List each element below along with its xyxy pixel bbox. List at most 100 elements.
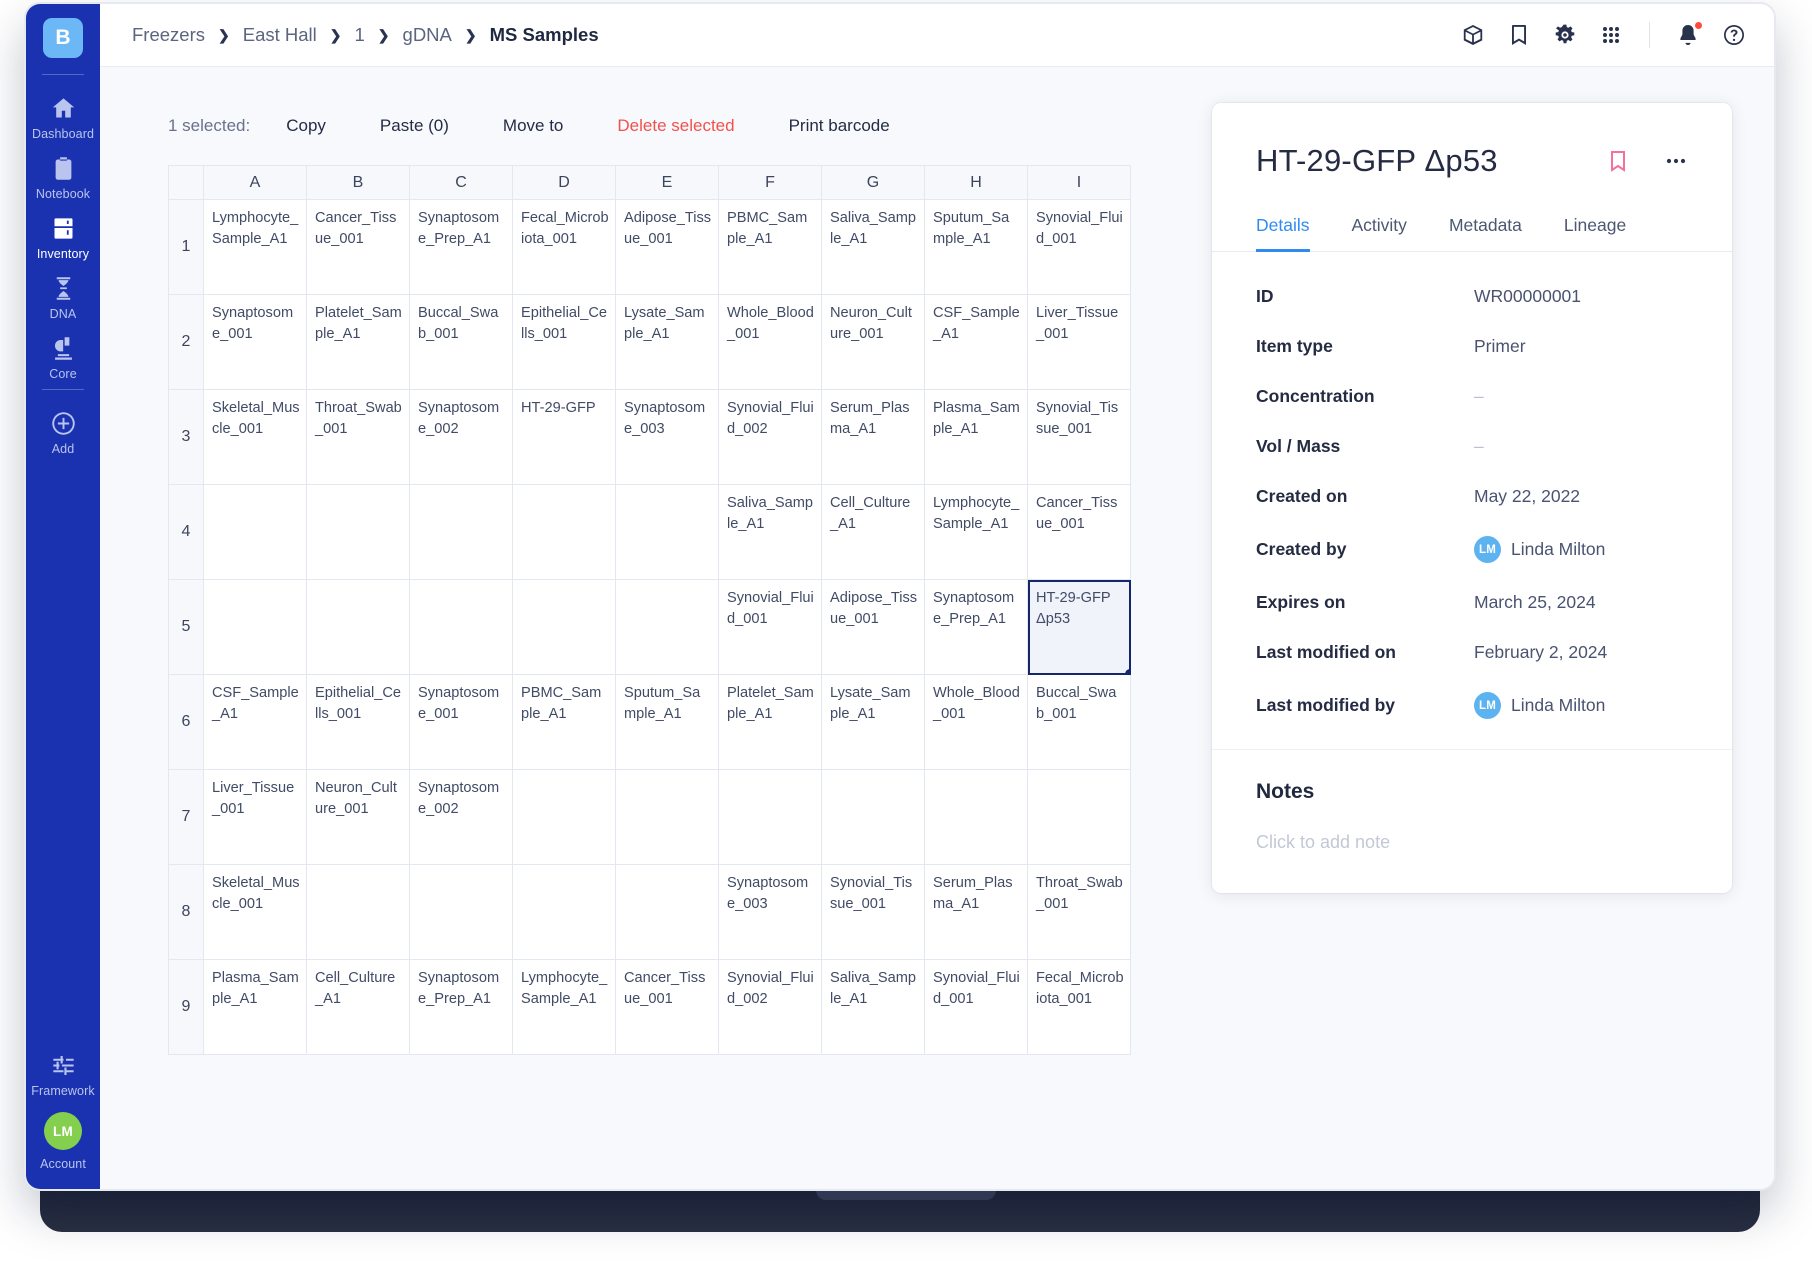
grid-cell-H8[interactable]: Serum_Plasma_A1	[924, 864, 1028, 960]
grid-cell-D5[interactable]	[512, 579, 616, 675]
grid-col-G[interactable]: G	[821, 165, 925, 200]
grid-cell-B6[interactable]: Epithelial_Cells_001	[306, 674, 410, 770]
grid-cell-I5[interactable]: HT-29-GFP Δp53	[1027, 579, 1131, 675]
more-horizontal-icon[interactable]	[1664, 149, 1688, 173]
grid-cell-G1[interactable]: Saliva_Sample_A1	[821, 199, 925, 295]
grid-cell-F1[interactable]: PBMC_Sample_A1	[718, 199, 822, 295]
app-logo[interactable]: B	[43, 18, 83, 58]
grid-cell-A3[interactable]: Skeletal_Muscle_001	[203, 389, 307, 485]
grid-cell-G6[interactable]: Lysate_Sample_A1	[821, 674, 925, 770]
grid-row-header-9[interactable]: 9	[168, 959, 204, 1055]
grid-cell-B5[interactable]	[306, 579, 410, 675]
sidebar-item-account[interactable]: LM Account	[26, 1102, 100, 1189]
grid-cell-D2[interactable]: Epithelial_Cells_001	[512, 294, 616, 390]
sidebar-item-dashboard[interactable]: Dashboard	[26, 85, 100, 145]
grid-cell-I7[interactable]	[1027, 769, 1131, 865]
bell-icon[interactable]	[1676, 21, 1703, 47]
tab-details[interactable]: Details	[1256, 215, 1310, 252]
grid-cell-C1[interactable]: Synaptosome_Prep_A1	[409, 199, 513, 295]
grid-cell-D1[interactable]: Fecal_Microbiota_001	[512, 199, 616, 295]
grid-row-header-4[interactable]: 4	[168, 484, 204, 580]
grid-cell-B3[interactable]: Throat_Swab_001	[306, 389, 410, 485]
print-barcode-button[interactable]: Print barcode	[789, 116, 890, 136]
grid-cell-C5[interactable]	[409, 579, 513, 675]
sidebar-item-add[interactable]: Add	[26, 400, 100, 460]
grid-col-F[interactable]: F	[718, 165, 822, 200]
grid-cell-C8[interactable]	[409, 864, 513, 960]
grid-cell-B4[interactable]	[306, 484, 410, 580]
grid-cell-A2[interactable]: Synaptosome_001	[203, 294, 307, 390]
grid-cell-I4[interactable]: Cancer_Tissue_001	[1027, 484, 1131, 580]
sidebar-item-inventory[interactable]: Inventory	[26, 205, 100, 265]
grid-cell-D8[interactable]	[512, 864, 616, 960]
grid-cell-F5[interactable]: Synovial_Fluid_001	[718, 579, 822, 675]
grid-cell-H7[interactable]	[924, 769, 1028, 865]
grid-cell-G5[interactable]: Adipose_Tissue_001	[821, 579, 925, 675]
grid-cell-D3[interactable]: HT-29-GFP	[512, 389, 616, 485]
grid-cell-G4[interactable]: Cell_Culture_A1	[821, 484, 925, 580]
grid-cell-F2[interactable]: Whole_Blood_001	[718, 294, 822, 390]
grid-cell-H9[interactable]: Synovial_Fluid_001	[924, 959, 1028, 1055]
grid-cell-F9[interactable]: Synovial_Fluid_002	[718, 959, 822, 1055]
grid-col-A[interactable]: A	[203, 165, 307, 200]
grid-cell-C9[interactable]: Synaptosome_Prep_A1	[409, 959, 513, 1055]
grid-cell-I2[interactable]: Liver_Tissue_001	[1027, 294, 1131, 390]
grid-cell-I1[interactable]: Synovial_Fluid_001	[1027, 199, 1131, 295]
grid-cell-B1[interactable]: Cancer_Tissue_001	[306, 199, 410, 295]
grid-cell-E5[interactable]	[615, 579, 719, 675]
grid-cell-F6[interactable]: Platelet_Sample_A1	[718, 674, 822, 770]
tab-activity[interactable]: Activity	[1352, 215, 1407, 252]
grid-cell-E4[interactable]	[615, 484, 719, 580]
grid-cell-G3[interactable]: Serum_Plasma_A1	[821, 389, 925, 485]
grid-cell-H6[interactable]: Whole_Blood_001	[924, 674, 1028, 770]
grid-cell-F7[interactable]	[718, 769, 822, 865]
box-icon[interactable]	[1461, 23, 1485, 47]
sidebar-item-framework[interactable]: Framework	[26, 1042, 100, 1102]
grid-cell-F3[interactable]: Synovial_Fluid_002	[718, 389, 822, 485]
grid-cell-I8[interactable]: Throat_Swab_001	[1027, 864, 1131, 960]
delete-selected-button[interactable]: Delete selected	[617, 116, 734, 136]
grid-cell-E9[interactable]: Cancer_Tissue_001	[615, 959, 719, 1055]
grid-cell-E6[interactable]: Sputum_Sample_A1	[615, 674, 719, 770]
grid-row-header-1[interactable]: 1	[168, 199, 204, 295]
grid-row-header-6[interactable]: 6	[168, 674, 204, 770]
breadcrumb-item-gdna[interactable]: gDNA	[403, 24, 452, 46]
grid-cell-B9[interactable]: Cell_Culture_A1	[306, 959, 410, 1055]
grid-cell-A6[interactable]: CSF_Sample_A1	[203, 674, 307, 770]
grid-col-B[interactable]: B	[306, 165, 410, 200]
sidebar-item-dna[interactable]: DNA	[26, 265, 100, 325]
grid-cell-G9[interactable]: Saliva_Sample_A1	[821, 959, 925, 1055]
grid-cell-H2[interactable]: CSF_Sample_A1	[924, 294, 1028, 390]
sidebar-item-core[interactable]: Core	[26, 325, 100, 385]
grid-cell-H4[interactable]: Lymphocyte_Sample_A1	[924, 484, 1028, 580]
grid-cell-A9[interactable]: Plasma_Sample_A1	[203, 959, 307, 1055]
bookmark-icon[interactable]	[1606, 149, 1630, 173]
grid-cell-D6[interactable]: PBMC_Sample_A1	[512, 674, 616, 770]
grid-cell-A8[interactable]: Skeletal_Muscle_001	[203, 864, 307, 960]
notes-placeholder[interactable]: Click to add note	[1256, 832, 1688, 853]
copy-button[interactable]: Copy	[286, 116, 326, 136]
grid-cell-C6[interactable]: Synaptosome_001	[409, 674, 513, 770]
grid-cell-C2[interactable]: Buccal_Swab_001	[409, 294, 513, 390]
grid-col-E[interactable]: E	[615, 165, 719, 200]
grid-cell-F8[interactable]: Synaptosome_003	[718, 864, 822, 960]
grid-row-header-8[interactable]: 8	[168, 864, 204, 960]
grid-cell-B2[interactable]: Platelet_Sample_A1	[306, 294, 410, 390]
grid-cell-A7[interactable]: Liver_Tissue_001	[203, 769, 307, 865]
grid-cell-E3[interactable]: Synaptosome_003	[615, 389, 719, 485]
grid-cell-B8[interactable]	[306, 864, 410, 960]
grid-cell-G8[interactable]: Synovial_Tissue_001	[821, 864, 925, 960]
grid-cell-C4[interactable]	[409, 484, 513, 580]
paste-button[interactable]: Paste (0)	[380, 116, 449, 136]
grid-cell-G2[interactable]: Neuron_Culture_001	[821, 294, 925, 390]
grid-apps-icon[interactable]	[1599, 23, 1623, 47]
grid-cell-D7[interactable]	[512, 769, 616, 865]
grid-cell-A4[interactable]	[203, 484, 307, 580]
grid-row-header-7[interactable]: 7	[168, 769, 204, 865]
breadcrumb-item-ms-samples[interactable]: MS Samples	[490, 24, 599, 46]
grid-cell-A5[interactable]	[203, 579, 307, 675]
grid-cell-G7[interactable]	[821, 769, 925, 865]
grid-cell-I3[interactable]: Synovial_Tissue_001	[1027, 389, 1131, 485]
grid-cell-C7[interactable]: Synaptosome_002	[409, 769, 513, 865]
grid-cell-C3[interactable]: Synaptosome_002	[409, 389, 513, 485]
